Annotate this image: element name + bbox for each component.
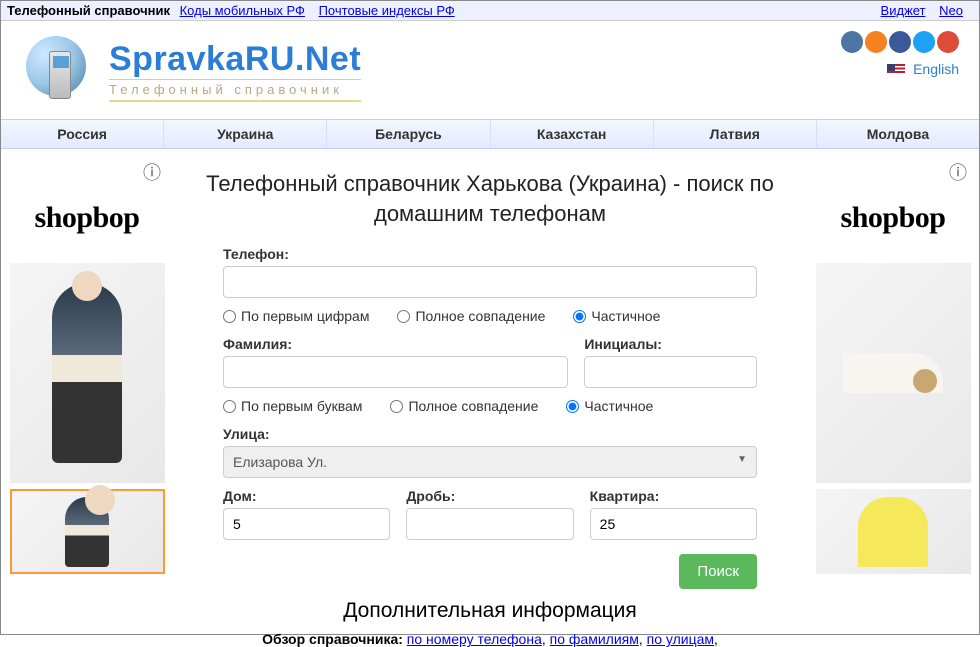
ad-right-brand[interactable]: shopbop — [813, 179, 973, 263]
nav-belarus[interactable]: Беларусь — [327, 120, 490, 148]
main-nav: Россия Украина Беларусь Казахстан Латвия… — [1, 119, 979, 149]
summary-link-surname[interactable]: по фамилиям — [550, 631, 639, 647]
google-icon[interactable] — [937, 31, 959, 53]
ad-info-icon[interactable]: ⓘ — [7, 159, 167, 179]
logo-icon — [21, 31, 101, 111]
radio-name-partial[interactable]: Частичное — [566, 398, 653, 414]
search-button[interactable]: Поиск — [679, 554, 757, 589]
label-house: Дом: — [223, 488, 390, 504]
main-content: Телефонный справочник Харькова (Украина)… — [177, 159, 803, 647]
label-initials: Инициалы: — [584, 336, 757, 352]
topbar-title: Телефонный справочник — [7, 3, 170, 18]
header: SpravkaRU.Net Телефонный справочник Engl… — [1, 21, 979, 119]
nav-kazakhstan[interactable]: Казахстан — [491, 120, 654, 148]
additional-info-title: Дополнительная информация — [223, 599, 757, 623]
ad-left: ⓘ shopbop — [7, 159, 167, 647]
flag-us-icon — [887, 64, 905, 76]
fraction-input[interactable] — [406, 508, 573, 540]
nav-latvia[interactable]: Латвия — [654, 120, 817, 148]
topbar-link-postal-codes[interactable]: Почтовые индексы РФ — [319, 3, 455, 18]
social-icons — [841, 31, 959, 53]
ad-left-image-1[interactable] — [10, 263, 165, 483]
label-apartment: Квартира: — [590, 488, 757, 504]
logo-text-main: SpravkaRU.Net — [109, 40, 361, 79]
vk-icon[interactable] — [841, 31, 863, 53]
label-street: Улица: — [223, 426, 757, 442]
phone-input[interactable] — [223, 266, 757, 298]
label-surname: Фамилия: — [223, 336, 568, 352]
summary-link-street[interactable]: по улицам — [647, 631, 714, 647]
label-phone: Телефон: — [223, 246, 757, 262]
logo-text-sub: Телефонный справочник — [109, 79, 361, 102]
ad-left-brand[interactable]: shopbop — [7, 179, 167, 263]
surname-input[interactable] — [223, 356, 568, 388]
radio-phone-full[interactable]: Полное совпадение — [397, 308, 545, 324]
ad-right-image-1[interactable] — [816, 263, 971, 483]
facebook-icon[interactable] — [889, 31, 911, 53]
topbar: Телефонный справочник Коды мобильных РФ … — [1, 1, 979, 21]
ad-left-image-2[interactable] — [10, 489, 165, 574]
name-match-radios: По первым буквам Полное совпадение Части… — [223, 398, 757, 414]
nav-ukraine[interactable]: Украина — [164, 120, 327, 148]
nav-russia[interactable]: Россия — [1, 120, 164, 148]
house-input[interactable] — [223, 508, 390, 540]
twitter-icon[interactable] — [913, 31, 935, 53]
initials-input[interactable] — [584, 356, 757, 388]
summary-label: Обзор справочника: — [262, 631, 407, 647]
lang-english-link[interactable]: English — [913, 61, 959, 77]
topbar-link-widget[interactable]: Виджет — [881, 3, 926, 18]
page-title: Телефонный справочник Харькова (Украина)… — [193, 169, 787, 228]
radio-name-first[interactable]: По первым буквам — [223, 398, 362, 414]
phone-match-radios: По первым цифрам Полное совпадение Части… — [223, 308, 757, 324]
summary-link-phone[interactable]: по номеру телефона — [407, 631, 542, 647]
radio-phone-partial[interactable]: Частичное — [573, 308, 660, 324]
topbar-link-neo[interactable]: Neo — [939, 3, 963, 18]
summary-line: Обзор справочника: по номеру телефона, п… — [223, 631, 757, 647]
nav-moldova[interactable]: Молдова — [817, 120, 979, 148]
radio-name-full[interactable]: Полное совпадение — [390, 398, 538, 414]
ok-icon[interactable] — [865, 31, 887, 53]
apartment-input[interactable] — [590, 508, 757, 540]
radio-phone-first[interactable]: По первым цифрам — [223, 308, 369, 324]
label-fraction: Дробь: — [406, 488, 573, 504]
topbar-link-mobile-codes[interactable]: Коды мобильных РФ — [180, 3, 305, 18]
ad-info-icon-right[interactable]: ⓘ — [813, 159, 973, 179]
ad-right-image-2[interactable] — [816, 489, 971, 574]
ad-right: ⓘ shopbop — [813, 159, 973, 647]
street-select[interactable]: Елизарова Ул. — [223, 446, 757, 478]
logo[interactable]: SpravkaRU.Net Телефонный справочник — [21, 31, 361, 111]
